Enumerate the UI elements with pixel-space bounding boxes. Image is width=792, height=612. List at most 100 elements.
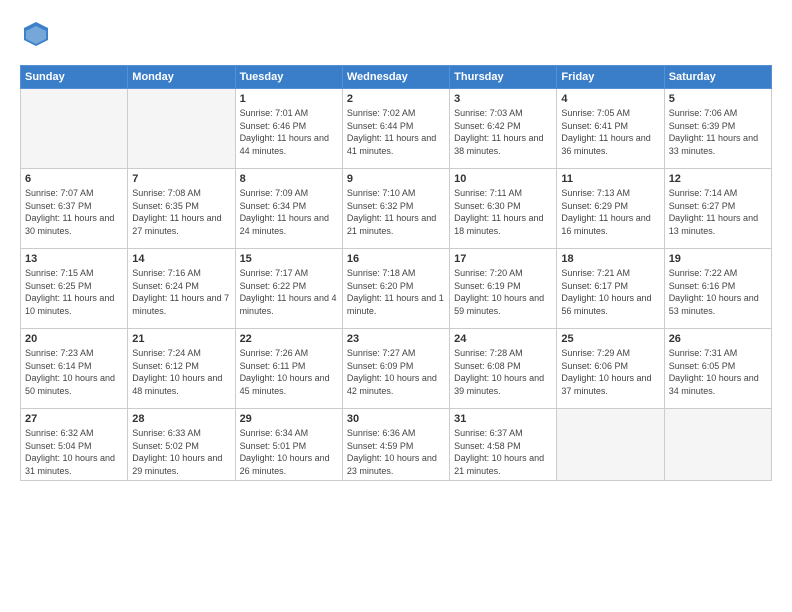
calendar-day-cell <box>664 409 771 481</box>
day-detail: Sunrise: 7:22 AM Sunset: 6:16 PM Dayligh… <box>669 267 767 317</box>
day-number: 27 <box>25 413 123 425</box>
calendar-day-cell: 3 Sunrise: 7:03 AM Sunset: 6:42 PM Daylig… <box>450 89 557 169</box>
calendar-day-cell <box>557 409 664 481</box>
calendar-day-cell: 14 Sunrise: 7:16 AM Sunset: 6:24 PM Dayli… <box>128 249 235 329</box>
calendar-week-row: 1 Sunrise: 7:01 AM Sunset: 6:46 PM Daylig… <box>21 89 772 169</box>
calendar-week-row: 13 Sunrise: 7:15 AM Sunset: 6:25 PM Dayli… <box>21 249 772 329</box>
calendar-day-cell: 30Sunrise: 6:36 AM Sunset: 4:59 PM Dayli… <box>342 409 449 481</box>
day-number: 23 <box>347 333 445 345</box>
calendar-week-row: 6 Sunrise: 7:07 AM Sunset: 6:37 PM Daylig… <box>21 169 772 249</box>
logo <box>20 18 56 55</box>
calendar-day-cell: 4 Sunrise: 7:05 AM Sunset: 6:41 PM Daylig… <box>557 89 664 169</box>
day-number: 28 <box>132 413 230 425</box>
day-detail: Sunrise: 6:33 AM Sunset: 5:02 PM Dayligh… <box>132 427 230 477</box>
calendar-day-cell: 15 Sunrise: 7:17 AM Sunset: 6:22 PM Dayli… <box>235 249 342 329</box>
day-number: 6 <box>25 173 123 185</box>
day-number: 8 <box>240 173 338 185</box>
calendar-day-cell: 1 Sunrise: 7:01 AM Sunset: 6:46 PM Daylig… <box>235 89 342 169</box>
day-detail: Sunrise: 7:05 AM Sunset: 6:41 PM Dayligh… <box>561 107 659 157</box>
day-detail: Sunrise: 7:10 AM Sunset: 6:32 PM Dayligh… <box>347 187 445 237</box>
calendar-day-cell <box>21 89 128 169</box>
page-header <box>20 18 772 55</box>
day-detail: Sunrise: 7:27 AM Sunset: 6:09 PM Dayligh… <box>347 347 445 397</box>
calendar-day-cell: 19 Sunrise: 7:22 AM Sunset: 6:16 PM Dayli… <box>664 249 771 329</box>
day-number: 24 <box>454 333 552 345</box>
calendar-day-cell: 27 Sunrise: 6:32 AM Sunset: 5:04 PM Dayli… <box>21 409 128 481</box>
day-number: 9 <box>347 173 445 185</box>
day-number: 16 <box>347 253 445 265</box>
logo-icon <box>20 18 52 50</box>
day-number: 10 <box>454 173 552 185</box>
day-detail: Sunrise: 7:01 AM Sunset: 6:46 PM Dayligh… <box>240 107 338 157</box>
calendar-day-cell: 18Sunrise: 7:21 AM Sunset: 6:17 PM Dayli… <box>557 249 664 329</box>
day-number: 25 <box>561 333 659 345</box>
day-number: 18 <box>561 253 659 265</box>
day-detail: Sunrise: 7:23 AM Sunset: 6:14 PM Dayligh… <box>25 347 123 397</box>
day-number: 7 <box>132 173 230 185</box>
day-number: 21 <box>132 333 230 345</box>
day-detail: Sunrise: 7:03 AM Sunset: 6:42 PM Dayligh… <box>454 107 552 157</box>
weekday-header: Sunday <box>21 66 128 89</box>
day-detail: Sunrise: 7:15 AM Sunset: 6:25 PM Dayligh… <box>25 267 123 317</box>
weekday-header: Thursday <box>450 66 557 89</box>
weekday-header: Monday <box>128 66 235 89</box>
day-detail: Sunrise: 6:34 AM Sunset: 5:01 PM Dayligh… <box>240 427 338 477</box>
calendar-day-cell: 16 Sunrise: 7:18 AM Sunset: 6:20 PM Dayli… <box>342 249 449 329</box>
day-detail: Sunrise: 6:36 AM Sunset: 4:59 PM Dayligh… <box>347 427 445 477</box>
day-detail: Sunrise: 7:16 AM Sunset: 6:24 PM Dayligh… <box>132 267 230 317</box>
calendar-day-cell: 13 Sunrise: 7:15 AM Sunset: 6:25 PM Dayli… <box>21 249 128 329</box>
calendar-day-cell: 10Sunrise: 7:11 AM Sunset: 6:30 PM Dayli… <box>450 169 557 249</box>
day-number: 17 <box>454 253 552 265</box>
day-detail: Sunrise: 7:18 AM Sunset: 6:20 PM Dayligh… <box>347 267 445 317</box>
day-detail: Sunrise: 7:13 AM Sunset: 6:29 PM Dayligh… <box>561 187 659 237</box>
day-number: 13 <box>25 253 123 265</box>
weekday-header: Saturday <box>664 66 771 89</box>
day-number: 11 <box>561 173 659 185</box>
day-number: 3 <box>454 93 552 105</box>
calendar-day-cell: 23 Sunrise: 7:27 AM Sunset: 6:09 PM Dayli… <box>342 329 449 409</box>
calendar-day-cell: 6 Sunrise: 7:07 AM Sunset: 6:37 PM Daylig… <box>21 169 128 249</box>
day-number: 15 <box>240 253 338 265</box>
day-detail: Sunrise: 7:24 AM Sunset: 6:12 PM Dayligh… <box>132 347 230 397</box>
calendar-day-cell: 22Sunrise: 7:26 AM Sunset: 6:11 PM Dayli… <box>235 329 342 409</box>
calendar-day-cell: 12 Sunrise: 7:14 AM Sunset: 6:27 PM Dayli… <box>664 169 771 249</box>
day-detail: Sunrise: 6:37 AM Sunset: 4:58 PM Dayligh… <box>454 427 552 477</box>
day-number: 2 <box>347 93 445 105</box>
day-number: 5 <box>669 93 767 105</box>
calendar-day-cell: 28 Sunrise: 6:33 AM Sunset: 5:02 PM Dayli… <box>128 409 235 481</box>
day-detail: Sunrise: 7:08 AM Sunset: 6:35 PM Dayligh… <box>132 187 230 237</box>
day-detail: Sunrise: 7:06 AM Sunset: 6:39 PM Dayligh… <box>669 107 767 157</box>
calendar-day-cell: 24 Sunrise: 7:28 AM Sunset: 6:08 PM Dayli… <box>450 329 557 409</box>
calendar-day-cell: 21 Sunrise: 7:24 AM Sunset: 6:12 PM Dayli… <box>128 329 235 409</box>
calendar-day-cell: 31 Sunrise: 6:37 AM Sunset: 4:58 PM Dayli… <box>450 409 557 481</box>
day-detail: Sunrise: 7:31 AM Sunset: 6:05 PM Dayligh… <box>669 347 767 397</box>
day-number: 31 <box>454 413 552 425</box>
day-number: 12 <box>669 173 767 185</box>
day-number: 4 <box>561 93 659 105</box>
calendar-day-cell: 17Sunrise: 7:20 AM Sunset: 6:19 PM Dayli… <box>450 249 557 329</box>
day-detail: Sunrise: 7:17 AM Sunset: 6:22 PM Dayligh… <box>240 267 338 317</box>
weekday-header: Wednesday <box>342 66 449 89</box>
calendar-day-cell: 20Sunrise: 7:23 AM Sunset: 6:14 PM Dayli… <box>21 329 128 409</box>
day-number: 19 <box>669 253 767 265</box>
calendar-day-cell: 11 Sunrise: 7:13 AM Sunset: 6:29 PM Dayli… <box>557 169 664 249</box>
day-number: 14 <box>132 253 230 265</box>
calendar-day-cell: 7 Sunrise: 7:08 AM Sunset: 6:35 PM Daylig… <box>128 169 235 249</box>
calendar-week-row: 20Sunrise: 7:23 AM Sunset: 6:14 PM Dayli… <box>21 329 772 409</box>
day-detail: Sunrise: 7:28 AM Sunset: 6:08 PM Dayligh… <box>454 347 552 397</box>
calendar-day-cell: 25 Sunrise: 7:29 AM Sunset: 6:06 PM Dayli… <box>557 329 664 409</box>
weekday-header: Tuesday <box>235 66 342 89</box>
calendar-day-cell: 29 Sunrise: 6:34 AM Sunset: 5:01 PM Dayli… <box>235 409 342 481</box>
day-detail: Sunrise: 7:07 AM Sunset: 6:37 PM Dayligh… <box>25 187 123 237</box>
day-detail: Sunrise: 6:32 AM Sunset: 5:04 PM Dayligh… <box>25 427 123 477</box>
day-number: 29 <box>240 413 338 425</box>
day-detail: Sunrise: 7:14 AM Sunset: 6:27 PM Dayligh… <box>669 187 767 237</box>
calendar-week-row: 27 Sunrise: 6:32 AM Sunset: 5:04 PM Dayli… <box>21 409 772 481</box>
day-number: 26 <box>669 333 767 345</box>
calendar-header-row: SundayMondayTuesdayWednesdayThursdayFrid… <box>21 66 772 89</box>
day-number: 22 <box>240 333 338 345</box>
calendar-table: SundayMondayTuesdayWednesdayThursdayFrid… <box>20 65 772 481</box>
day-detail: Sunrise: 7:29 AM Sunset: 6:06 PM Dayligh… <box>561 347 659 397</box>
calendar-day-cell: 2Sunrise: 7:02 AM Sunset: 6:44 PM Daylig… <box>342 89 449 169</box>
day-number: 1 <box>240 93 338 105</box>
